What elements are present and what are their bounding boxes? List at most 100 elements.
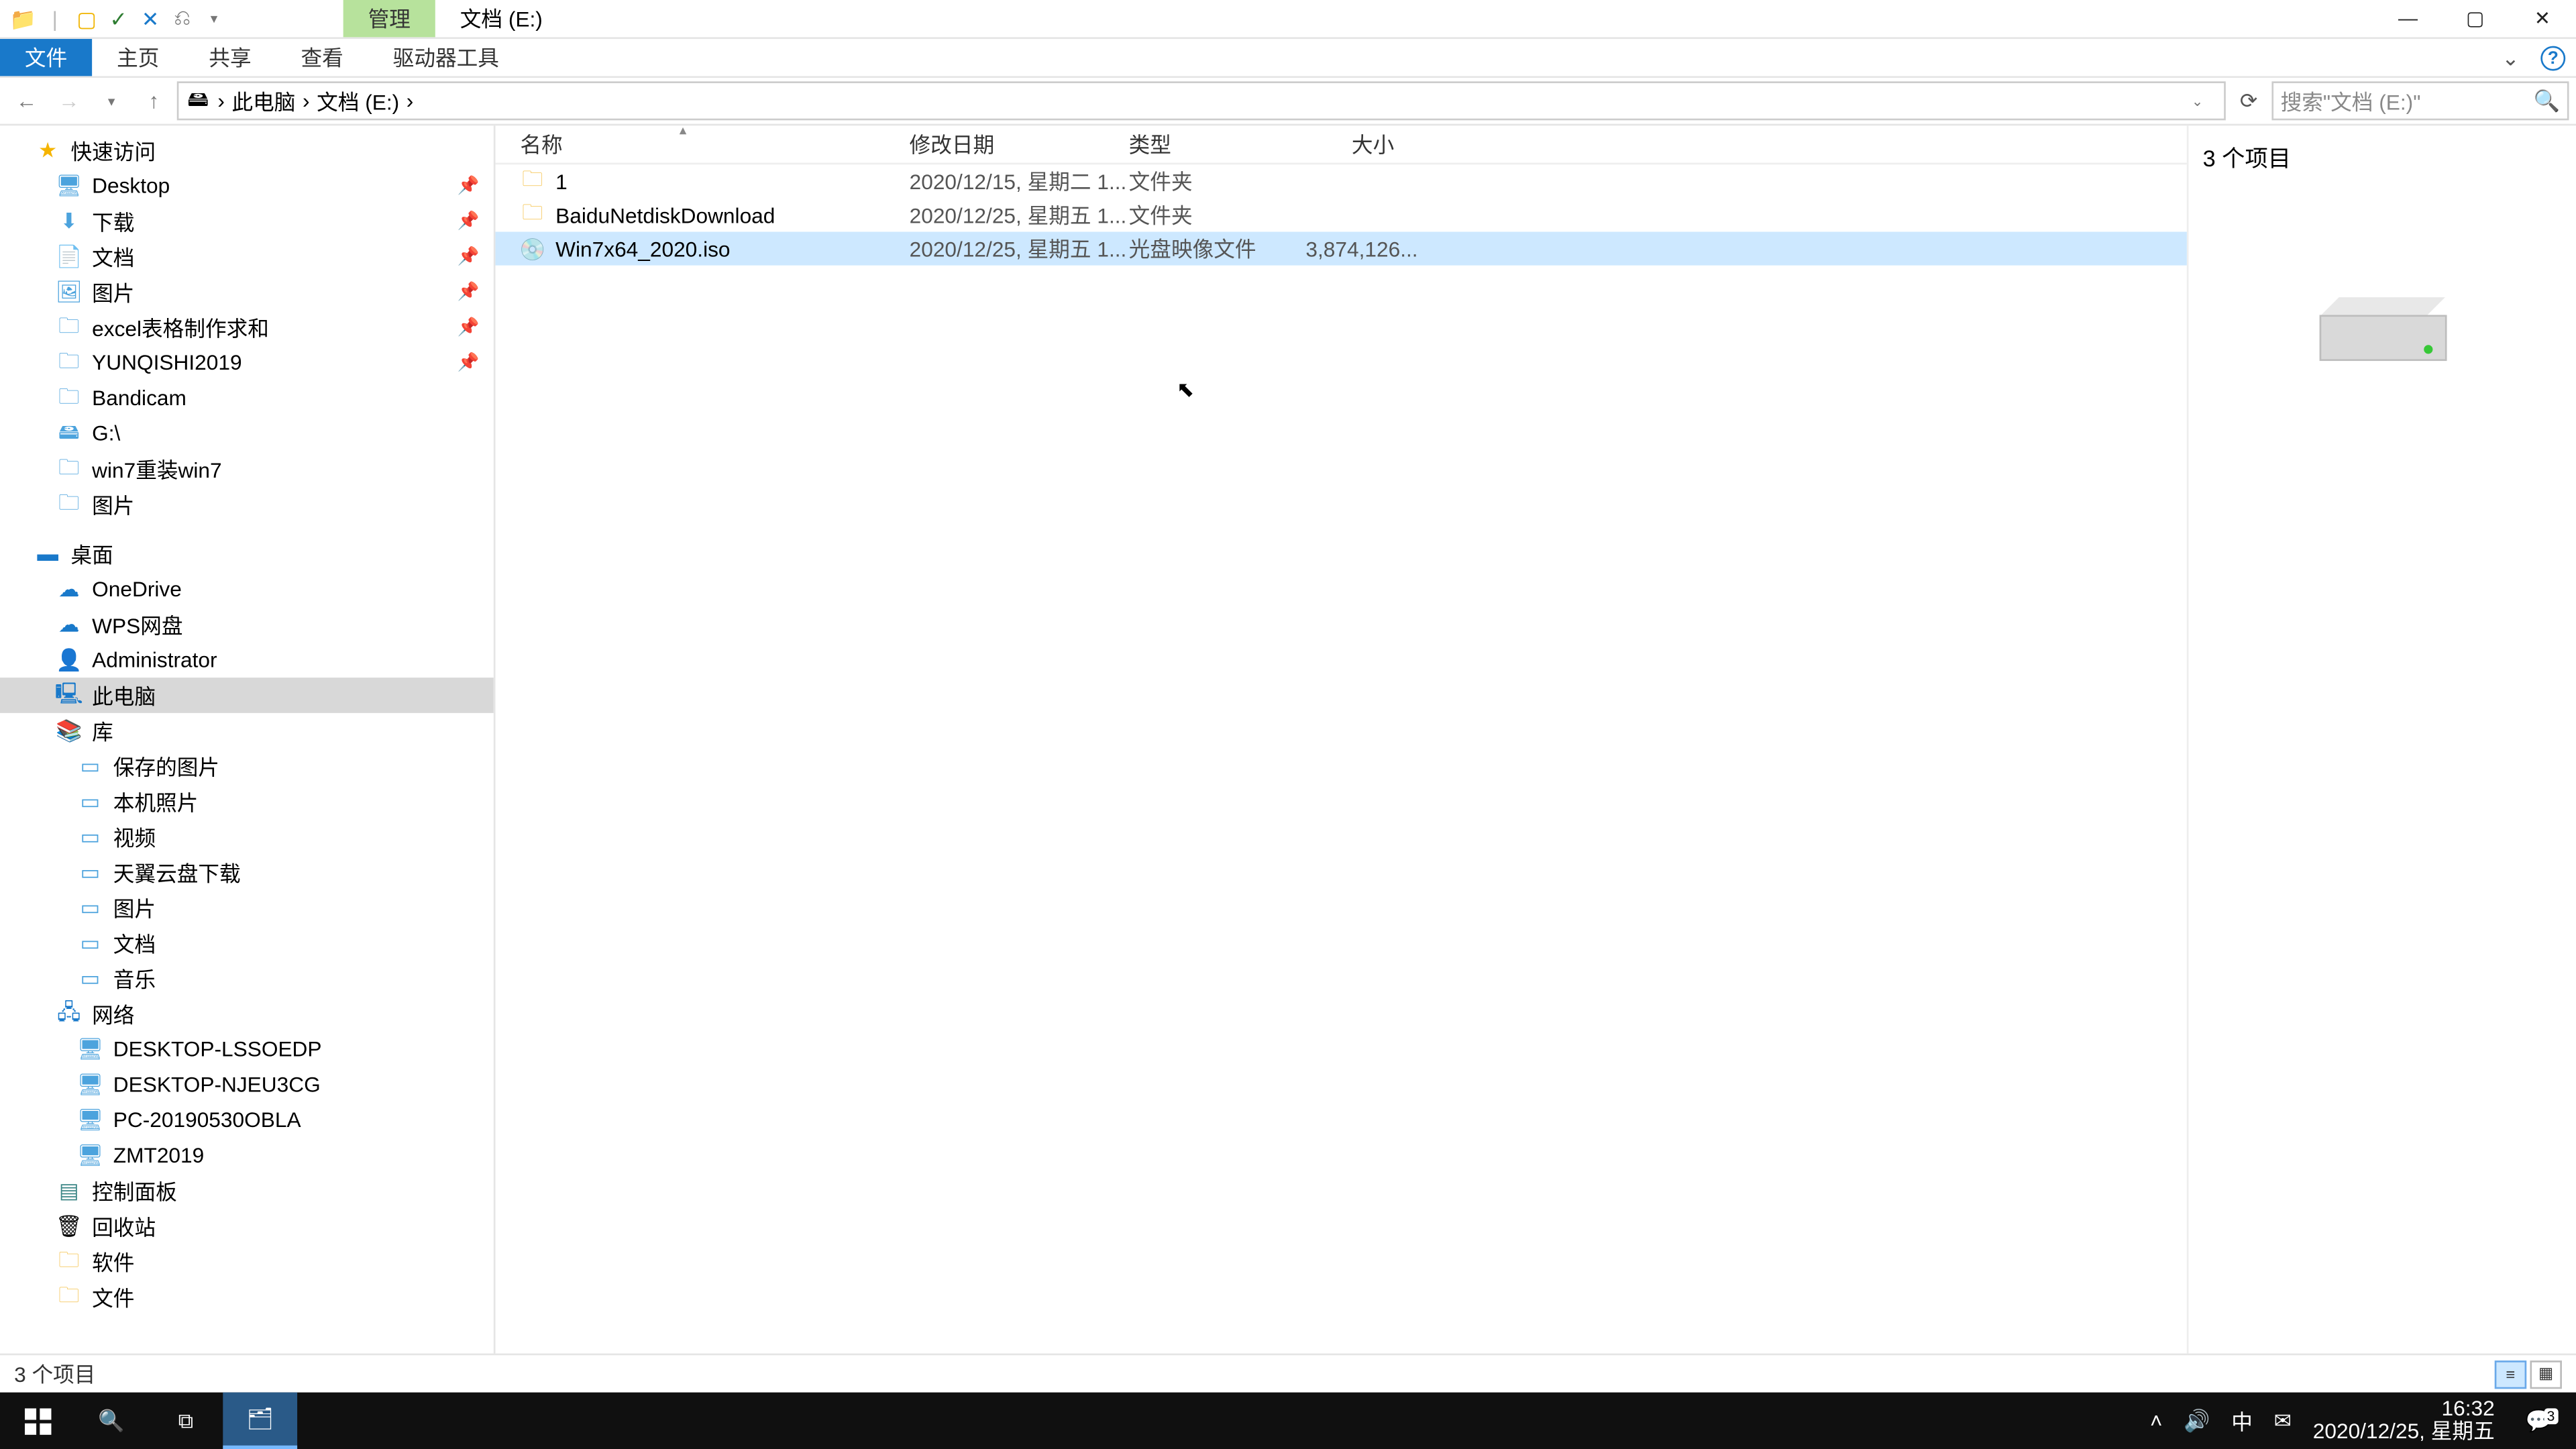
start-button[interactable] [0, 1393, 74, 1449]
tab-file[interactable]: 文件 [0, 39, 92, 76]
nav-label: PC-20190530OBLA [113, 1108, 301, 1132]
qat-delete-icon[interactable]: ✕ [138, 6, 163, 31]
ribbon-expand-icon[interactable]: ⌄ [2491, 39, 2530, 76]
nav-quick-access[interactable]: ★ 快速访问 [0, 133, 494, 168]
nav-folder-docs[interactable]: 🗀 文件 [0, 1279, 494, 1315]
task-view-button[interactable]: ⧉ [149, 1393, 223, 1449]
pin-icon: 📌 [458, 317, 480, 337]
minimize-button[interactable]: — [2374, 0, 2441, 37]
tray-ime-icon[interactable]: 中 [2231, 1405, 2253, 1436]
file-date: 2020/12/15, 星期二 1... [910, 166, 1129, 197]
nav-network-item[interactable]: 🖥 ZMT2019 [0, 1138, 494, 1173]
search-input[interactable]: 搜索"文档 (E:)" 🔍 [2271, 81, 2569, 120]
breadcrumb-dropdown-icon[interactable]: ⌄ [2178, 81, 2217, 120]
nav-desktop-item[interactable]: 📚 库 [0, 713, 494, 749]
nav-library-item[interactable]: ▭ 保存的图片 [0, 749, 494, 784]
file-row[interactable]: 🗀BaiduNetdiskDownload 2020/12/25, 星期五 1.… [495, 198, 2186, 231]
folder-icon: 🗀 [56, 350, 81, 375]
col-name[interactable]: 名称▴ [520, 129, 909, 160]
tray-mail-icon[interactable]: ✉ [2274, 1408, 2292, 1433]
tab-home[interactable]: 主页 [92, 39, 184, 76]
help-icon[interactable]: ? [2540, 46, 2565, 71]
nav-quick-item[interactable]: 🗀 YUNQISHI2019📌 [0, 345, 494, 380]
nav-desktop-item[interactable]: ☁ OneDrive [0, 572, 494, 607]
maximize-button[interactable]: ▢ [2442, 0, 2509, 37]
qat-properties-icon[interactable]: ▢ [74, 6, 99, 31]
nav-network[interactable]: 🖧 网络 [0, 996, 494, 1032]
taskbar-search-button[interactable]: 🔍 [74, 1393, 149, 1449]
column-headers[interactable]: 名称▴ 修改日期 类型 大小 [495, 125, 2186, 164]
nav-desktop[interactable]: ▬ 桌面 [0, 536, 494, 572]
nav-quick-item[interactable]: 🗀 win7重装win7 [0, 451, 494, 487]
nav-desktop-item[interactable]: 🖳 此电脑 [0, 678, 494, 713]
file-name: BaiduNetdiskDownload [555, 203, 775, 227]
nav-library-item[interactable]: ▭ 天翼云盘下载 [0, 855, 494, 890]
nav-control-panel[interactable]: ▤ 控制面板 [0, 1173, 494, 1209]
chevron-right-icon[interactable]: › [407, 89, 414, 113]
col-date[interactable]: 修改日期 [910, 129, 1129, 160]
download-icon: ⬇ [56, 209, 81, 233]
nav-quick-item[interactable]: 🗀 Bandicam [0, 380, 494, 416]
folder-icon: 🗀 [56, 386, 81, 411]
col-size[interactable]: 大小 [1305, 129, 1430, 160]
taskbar-explorer-button[interactable]: 🗂 [223, 1393, 297, 1449]
nav-quick-item[interactable]: 🗀 图片 [0, 486, 494, 522]
nav-back-button[interactable]: ← [7, 81, 46, 120]
nav-forward-button[interactable]: → [50, 81, 89, 120]
nav-library-item[interactable]: ▭ 图片 [0, 890, 494, 926]
contextual-tab-manage[interactable]: 管理 [343, 0, 435, 37]
nav-library-item[interactable]: ▭ 本机照片 [0, 784, 494, 819]
view-thumbnails-button[interactable]: ▦ [2530, 1360, 2561, 1388]
nav-library-item[interactable]: ▭ 视频 [0, 819, 494, 855]
taskbar[interactable]: 🔍 ⧉ 🗂 ˄ 🔊 中 ✉ 16:32 2020/12/25, 星期五 💬 3 [0, 1393, 2576, 1449]
refresh-button[interactable]: ⟳ [2229, 89, 2268, 113]
search-icon[interactable]: 🔍 [2534, 89, 2560, 113]
nav-folder-soft[interactable]: 🗀 软件 [0, 1244, 494, 1279]
nav-quick-item[interactable]: 🗀 excel表格制作求和📌 [0, 310, 494, 345]
pin-icon: 📌 [458, 211, 480, 231]
nav-quick-item[interactable]: 🖴 G:\ [0, 416, 494, 451]
tray-volume-icon[interactable]: 🔊 [2184, 1408, 2210, 1433]
nav-desktop-item[interactable]: ☁ WPS网盘 [0, 607, 494, 643]
action-center-button[interactable]: 💬 3 [2516, 1408, 2562, 1433]
system-tray[interactable]: ˄ 🔊 中 ✉ 16:32 2020/12/25, 星期五 💬 3 [2136, 1393, 2576, 1449]
nav-quick-item[interactable]: ⬇ 下载📌 [0, 203, 494, 239]
file-row[interactable]: 💿Win7x64_2020.iso 2020/12/25, 星期五 1... 光… [495, 231, 2186, 265]
tray-clock[interactable]: 16:32 2020/12/25, 星期五 [2313, 1398, 2495, 1444]
nav-library-item[interactable]: ▭ 文档 [0, 925, 494, 961]
tray-overflow-icon[interactable]: ˄ [2150, 1408, 2163, 1433]
col-type[interactable]: 类型 [1129, 129, 1306, 160]
tab-drive-tools[interactable]: 驱动器工具 [368, 39, 524, 76]
nav-recycle-bin[interactable]: 🗑 回收站 [0, 1208, 494, 1244]
address-bar-row: ← → ▾ ↑ 🖴 › 此电脑 › 文档 (E:) › ⌄ ⟳ 搜索"文档 (E… [0, 78, 2576, 125]
tab-view[interactable]: 查看 [276, 39, 368, 76]
nav-network-item[interactable]: 🖥 DESKTOP-LSSOEDP [0, 1032, 494, 1067]
desktop-icon: 🖥 [56, 173, 81, 198]
nav-quick-item[interactable]: 🖥 Desktop📌 [0, 168, 494, 204]
qat-dropdown-icon[interactable]: ▾ [202, 6, 227, 31]
tab-share[interactable]: 共享 [184, 39, 276, 76]
crumb-this-pc[interactable]: 此电脑 [231, 86, 295, 116]
nav-desktop-item[interactable]: 👤 Administrator [0, 642, 494, 678]
qat-undo-icon[interactable]: ⎌ [170, 6, 195, 31]
navigation-pane[interactable]: ★ 快速访问 🖥 Desktop📌 ⬇ 下载📌 📄 文档📌 🖼 图片📌 🗀 ex… [0, 125, 495, 1353]
chevron-right-icon[interactable]: › [303, 89, 310, 113]
nav-library-item[interactable]: ▭ 音乐 [0, 961, 494, 996]
folder-icon: 🗀 [56, 1249, 81, 1274]
view-details-button[interactable]: ≡ [2495, 1360, 2526, 1388]
crumb-drive[interactable]: 文档 (E:) [317, 86, 399, 116]
nav-quick-item[interactable]: 🖼 图片📌 [0, 274, 494, 310]
doc-icon: 📄 [56, 244, 81, 269]
qat-new-folder-icon[interactable]: ✓ [106, 6, 131, 31]
nav-label: 此电脑 [92, 680, 156, 710]
close-button[interactable]: ✕ [2509, 0, 2576, 37]
nav-recent-dropdown[interactable]: ▾ [92, 81, 131, 120]
nav-network-item[interactable]: 🖥 PC-20190530OBLA [0, 1102, 494, 1138]
chevron-right-icon[interactable]: › [217, 89, 225, 113]
nav-quick-item[interactable]: 📄 文档📌 [0, 239, 494, 274]
nav-network-item[interactable]: 🖥 DESKTOP-NJEU3CG [0, 1067, 494, 1102]
file-list-pane[interactable]: 名称▴ 修改日期 类型 大小 🗀1 2020/12/15, 星期二 1... 文… [495, 125, 2186, 1353]
breadcrumb[interactable]: 🖴 › 此电脑 › 文档 (E:) › ⌄ [177, 81, 2226, 120]
nav-up-button[interactable]: ↑ [134, 81, 173, 120]
file-row[interactable]: 🗀1 2020/12/15, 星期二 1... 文件夹 [495, 164, 2186, 198]
